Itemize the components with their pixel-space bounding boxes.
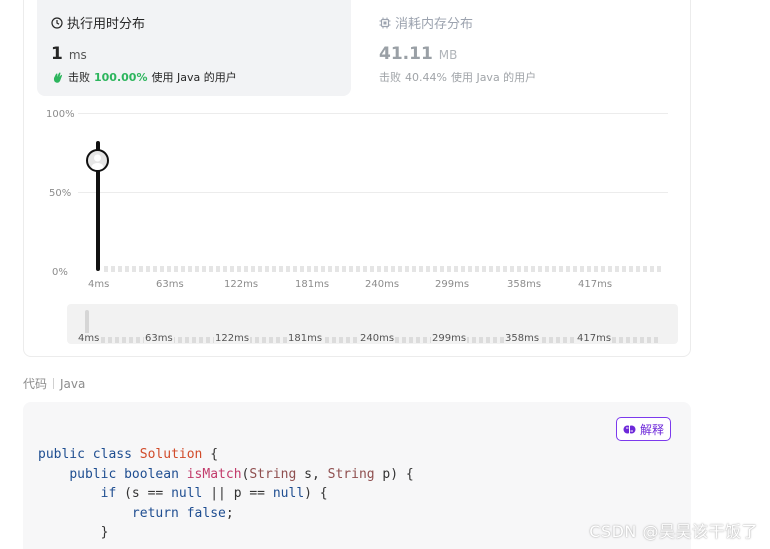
memory-unit: MB (438, 48, 458, 62)
range-tick: 358ms (504, 333, 541, 344)
x-tick: 4ms (88, 279, 110, 290)
x-tick: 417ms (578, 279, 613, 290)
brain-icon (623, 425, 636, 433)
memory-title: 消耗内存分布 (379, 13, 473, 32)
chart-bar-dots (104, 266, 664, 272)
range-tick: 240ms (359, 333, 396, 344)
clock-icon (51, 16, 63, 29)
x-tick: 240ms (365, 279, 400, 290)
clap-hand-icon (53, 72, 62, 83)
runtime-value: 1 ms (51, 44, 87, 64)
code-header: 代码 Java (23, 375, 85, 392)
y-tick-100: 100% (46, 109, 75, 120)
runtime-beat-label: 击败 (68, 71, 90, 84)
divider (53, 378, 55, 389)
memory-number: 41.11 (379, 44, 433, 64)
range-tick: 299ms (431, 333, 468, 344)
explain-label: 解释 (639, 422, 664, 437)
runtime-title-text: 执行用时分布 (67, 17, 146, 32)
memory-beat-label: 击败 (379, 71, 401, 84)
runtime-beat: 击败 100.00% 使用 Java 的用户 (51, 69, 237, 85)
runtime-unit: ms (68, 48, 87, 62)
x-tick: 122ms (224, 279, 259, 290)
runtime-stat-panel[interactable]: 执行用时分布 1 ms 击败 100.00% 使用 Java 的用户 (37, 0, 351, 96)
range-tick: 181ms (287, 333, 324, 344)
code-content: public class Solution { public boolean i… (38, 447, 414, 541)
runtime-distribution-chart[interactable]: 100% 50% 0% 4ms 63ms 122ms 181ms 240ms 2… (40, 105, 680, 305)
range-tick: 122ms (214, 333, 251, 344)
runtime-beat-suffix: 使用 Java 的用户 (151, 71, 237, 84)
explain-button[interactable]: 解释 (615, 417, 671, 441)
x-tick: 358ms (507, 279, 542, 290)
x-tick: 299ms (435, 279, 470, 290)
memory-stat-panel[interactable]: 消耗内存分布 41.11 MB 击败 40.44% 使用 Java 的用户 (370, 0, 670, 96)
y-tick-50: 50% (49, 188, 72, 199)
memory-beat-percent: 40.44% (405, 70, 447, 84)
range-tick: 417ms (576, 333, 613, 344)
memory-title-text: 消耗内存分布 (395, 17, 474, 32)
gridline-50 (78, 192, 668, 193)
code-label: 代码 (23, 377, 48, 391)
gridline-100 (78, 113, 668, 114)
chip-icon (379, 17, 391, 28)
memory-beat-suffix: 使用 Java 的用户 (450, 71, 537, 84)
memory-value: 41.11 MB (379, 44, 457, 64)
range-tick: 4ms (77, 333, 101, 344)
avatar[interactable] (86, 149, 109, 172)
runtime-number: 1 (51, 44, 63, 64)
runtime-beat-percent: 100.00% (94, 70, 148, 84)
code-language: Java (60, 376, 86, 391)
x-tick: 181ms (295, 279, 330, 290)
watermark: CSDN @昊昊该干饭了 (589, 522, 758, 541)
user-icon (91, 154, 104, 170)
range-tick: 63ms (144, 333, 174, 344)
range-slider[interactable]: 4ms 63ms 122ms 181ms 240ms 299ms 358ms 4… (67, 304, 678, 344)
memory-beat: 击败 40.44% 使用 Java 的用户 (379, 69, 536, 85)
x-tick: 63ms (156, 279, 184, 290)
y-tick-0: 0% (52, 267, 68, 278)
runtime-title: 执行用时分布 (51, 13, 145, 32)
